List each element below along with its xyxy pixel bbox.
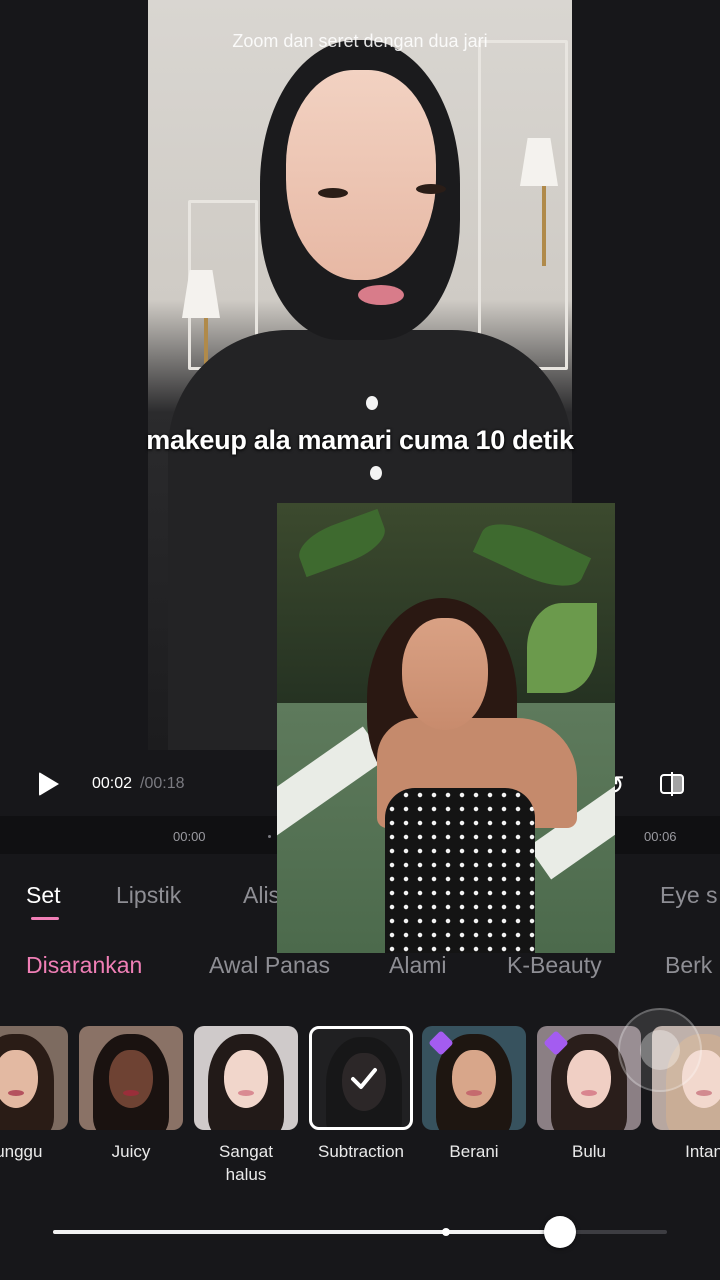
preset-item[interactable]: Berani (422, 1026, 526, 1163)
current-time: 00:02 (92, 775, 133, 792)
preset-label: Berani (449, 1142, 499, 1161)
preset-item[interactable]: runggu (0, 1026, 68, 1163)
preset-label: Sangat halus (219, 1142, 273, 1184)
video-caption: makeup ala mamari cuma 10 detik (146, 425, 574, 455)
preset-label: Bulu (571, 1142, 607, 1161)
active-tab-indicator (31, 917, 59, 920)
shirt-button (366, 396, 378, 410)
polka-dot-dress (385, 788, 535, 953)
person-eye (318, 188, 348, 198)
subtab-berk[interactable]: Berk (665, 952, 712, 979)
compare-icon[interactable] (658, 770, 686, 798)
intensity-slider[interactable] (53, 1216, 667, 1248)
tab-eye-shadow[interactable]: Eye s (660, 882, 718, 909)
subtab-awal-panas[interactable]: Awal Panas (209, 952, 330, 979)
plant-leaf (472, 511, 592, 599)
preset-label: Subtraction (318, 1142, 404, 1161)
wall-lamp (520, 138, 558, 266)
wall-lamp (182, 270, 220, 368)
person-eye (416, 184, 446, 194)
plant-leaf (527, 603, 597, 693)
preset-item[interactable]: Juicy (79, 1026, 183, 1163)
plant-leaf (292, 508, 392, 578)
preset-item[interactable]: Sangat halus (194, 1026, 298, 1186)
floating-assist-button[interactable] (618, 1008, 702, 1092)
subtab-alami[interactable]: Alami (389, 952, 447, 979)
preset-label: runggu (0, 1142, 43, 1161)
slider-default-marker (441, 1228, 450, 1236)
preset-label: Intan (685, 1142, 720, 1161)
reference-photo-overlay[interactable] (277, 503, 615, 953)
tab-set[interactable]: Set (26, 882, 61, 909)
preset-label: Juicy (111, 1142, 151, 1161)
preset-item-selected[interactable]: Subtraction (309, 1026, 413, 1163)
timeline-tick-dot (268, 835, 271, 838)
shirt-button (370, 466, 382, 480)
subtab-disarankan[interactable]: Disarankan (26, 952, 142, 979)
subtab-k-beauty[interactable]: K-Beauty (507, 952, 602, 979)
woman-face (402, 618, 488, 730)
timeline-tick: 00:00 (173, 829, 206, 844)
total-time: /00:18 (140, 775, 185, 792)
person-face (286, 70, 436, 280)
person-mouth (358, 285, 404, 305)
subcategory-tabs: Disarankan Awal Panas Alami K-Beauty Ber… (0, 950, 720, 986)
slider-knob[interactable] (543, 1216, 576, 1248)
play-button[interactable] (36, 770, 62, 798)
tab-alis[interactable]: Alis (243, 882, 280, 909)
timeline-tick: 00:06 (644, 829, 677, 844)
slider-fill (53, 1230, 560, 1234)
tab-lipstik[interactable]: Lipstik (116, 882, 181, 909)
preset-list: runggu Juicy Sangathalus Subtraction Ber… (0, 1026, 720, 1186)
zoom-hint: Zoom dan seret dengan dua jari (232, 31, 488, 51)
checkmark-icon (351, 1068, 377, 1089)
